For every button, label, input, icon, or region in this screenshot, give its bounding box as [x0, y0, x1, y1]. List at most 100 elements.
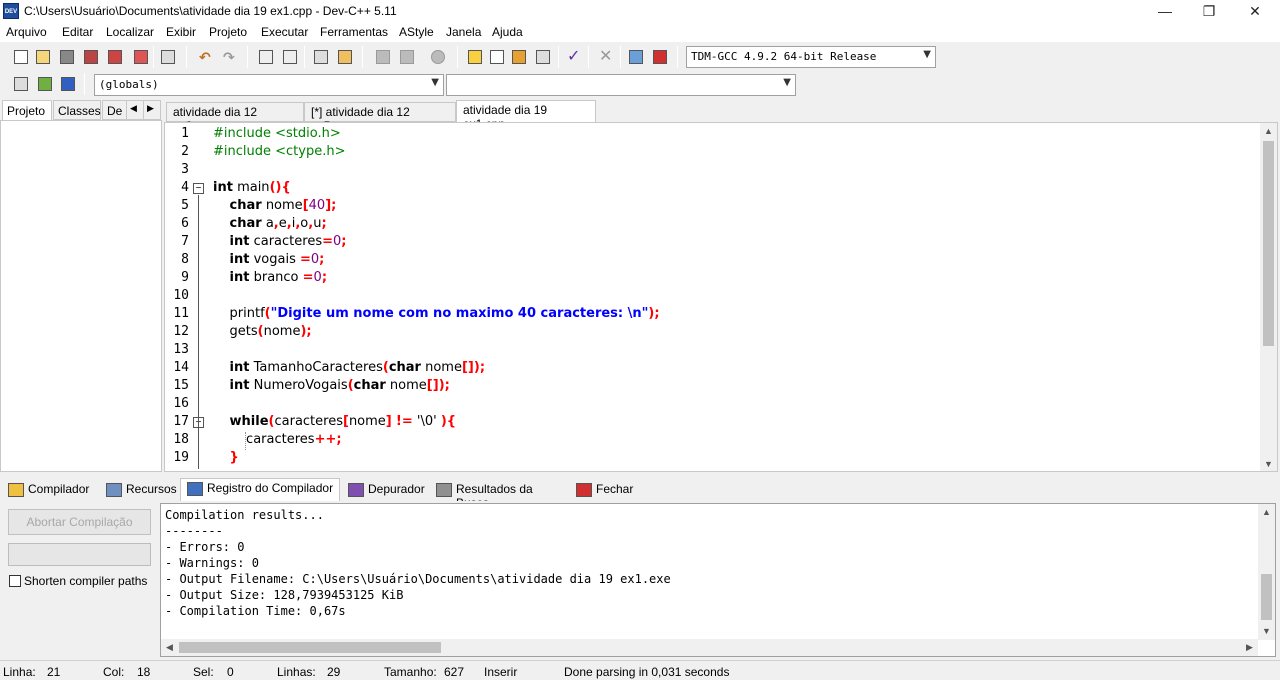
redo-button[interactable]: ↷	[220, 47, 240, 67]
tab-recursos[interactable]: Recursos	[100, 480, 178, 500]
compile-run-button[interactable]	[509, 47, 529, 67]
undo-icon: ↶	[199, 49, 211, 65]
compiler-output[interactable]: Compilation results... -------- - Errors: …	[160, 503, 1276, 657]
compile-button[interactable]	[465, 47, 485, 67]
close-file-button[interactable]	[105, 47, 125, 67]
save-button[interactable]	[57, 47, 77, 67]
line-number: 2	[181, 144, 189, 159]
rebuild-all-button[interactable]	[533, 47, 553, 67]
tab-file-ex3[interactable]: atividade dia 12 ex3.cpp	[166, 102, 304, 133]
code-editor[interactable]: 12345678910111213141516171819−− #include…	[164, 122, 1278, 472]
save-all-icon	[84, 50, 98, 64]
menu-ajuda[interactable]: Ajuda	[492, 25, 523, 39]
output-horizontal-scrollbar[interactable]: ◀ ▶	[161, 639, 1258, 656]
bookmark-toggle-button[interactable]	[58, 74, 78, 94]
find-button[interactable]	[256, 47, 276, 67]
menu-arquivo[interactable]: Arquivo	[6, 25, 47, 39]
member-select[interactable]: ▼	[446, 74, 796, 96]
scroll-down-icon[interactable]: ▼	[1260, 456, 1277, 471]
scroll-right-icon[interactable]: ▶	[1241, 639, 1258, 656]
scroll-left-icon[interactable]: ◀	[161, 639, 178, 656]
tab-classes[interactable]: Classes	[53, 100, 101, 120]
status-col-label: Col:	[103, 665, 125, 679]
save-all-button[interactable]	[81, 47, 101, 67]
code-line: int NumeroVogais(char nome[]);	[229, 378, 450, 393]
bookmark-icon	[338, 50, 352, 64]
check-icon	[348, 483, 364, 497]
devcpp-app-icon[interactable]: DEV	[3, 3, 19, 19]
fold-line	[198, 429, 199, 457]
tab-registro-do-compilador[interactable]: Registro do Compilador	[180, 478, 340, 502]
open-button[interactable]	[33, 47, 53, 67]
new-file-button[interactable]	[11, 47, 31, 67]
stop-x-icon: ✕	[599, 48, 613, 65]
goto-button[interactable]	[35, 74, 55, 94]
fold-collapse-icon[interactable]: −	[193, 183, 204, 194]
print-button[interactable]	[158, 47, 178, 67]
abort-compilation-button[interactable]: Abortar Compilação	[8, 509, 151, 535]
output-vertical-scrollbar[interactable]: ▲ ▼	[1258, 504, 1275, 640]
close-all-button[interactable]	[131, 47, 151, 67]
project-panel[interactable]	[0, 120, 162, 472]
compile-run-icon	[512, 50, 526, 64]
menu-janela[interactable]: Janela	[446, 25, 481, 39]
tab-label: Recursos	[126, 482, 177, 496]
checkmark-icon: ✓	[567, 48, 581, 65]
grid-icon	[8, 483, 24, 497]
menu-editar[interactable]: Editar	[62, 25, 93, 39]
scroll-down-icon[interactable]: ▼	[1258, 623, 1275, 640]
close-button[interactable]: ✕	[1232, 0, 1278, 22]
menu-projeto[interactable]: Projeto	[209, 25, 247, 39]
tab-resultados-da-busca[interactable]: Resultados da Busca	[430, 480, 568, 510]
compiler-select[interactable]: TDM-GCC 4.9.2 64-bit Release ▼	[686, 46, 936, 68]
minimize-button[interactable]: —	[1142, 0, 1188, 22]
syntax-check-button[interactable]: ✓	[564, 47, 584, 67]
line-number: 19	[173, 450, 189, 465]
restore-button[interactable]: ❐	[1186, 0, 1232, 22]
status-insert-mode: Inserir	[484, 665, 518, 679]
status-size-label: Tamanho:	[384, 665, 437, 679]
menu-ferramentas[interactable]: Ferramentas	[320, 25, 388, 39]
delete-profile-button[interactable]	[650, 47, 670, 67]
line-number: 9	[181, 270, 189, 285]
undo-button[interactable]: ↶	[196, 47, 216, 67]
output-line: - Output Size: 128,7939453125 KiB	[165, 588, 404, 602]
scroll-up-icon[interactable]: ▲	[1258, 504, 1275, 521]
output-line: - Errors: 0	[165, 540, 245, 554]
bookmark-button[interactable]	[335, 47, 355, 67]
status-line-value: 21	[47, 665, 61, 679]
goto-line-button[interactable]	[311, 47, 331, 67]
tab-projeto[interactable]: Projeto	[2, 100, 52, 120]
chevron-down-icon: ▼	[431, 77, 439, 88]
tab-file-ex5[interactable]: [*] atividade dia 12 ex5.cpp	[304, 102, 456, 133]
menu-exibir[interactable]: Exibir	[166, 25, 196, 39]
toggle-comment-button[interactable]	[428, 47, 448, 67]
checkbox-box[interactable]	[9, 575, 21, 587]
scrollbar-thumb[interactable]	[179, 642, 441, 653]
tab-fechar[interactable]: Fechar	[570, 480, 634, 500]
editor-vertical-scrollbar[interactable]: ▲ ▼	[1260, 123, 1277, 471]
menu-astyle[interactable]: AStyle	[399, 25, 434, 39]
profile-button[interactable]	[626, 47, 646, 67]
menu-localizar[interactable]: Localizar	[106, 25, 154, 39]
shorten-paths-checkbox[interactable]: Shorten compiler paths	[9, 574, 147, 588]
stop-execution-button[interactable]: ✕	[596, 47, 616, 67]
insert-button[interactable]	[11, 74, 31, 94]
indent-button[interactable]	[373, 47, 393, 67]
run-button[interactable]	[487, 47, 507, 67]
unindent-button[interactable]	[397, 47, 417, 67]
line-number: 8	[181, 252, 189, 267]
tab-compilador[interactable]: Compilador	[2, 480, 98, 500]
tab-file-ex1[interactable]: atividade dia 19 ex1.cpp	[456, 100, 596, 131]
scope-select[interactable]: (globals) ▼	[94, 74, 444, 96]
menu-executar[interactable]: Executar	[261, 25, 308, 39]
tab-scroll-right-icon[interactable]: ▶	[143, 100, 161, 120]
toolbar-separator	[247, 46, 248, 68]
tab-debug[interactable]: De	[102, 100, 128, 120]
scroll-up-icon[interactable]: ▲	[1260, 123, 1277, 140]
tab-scroll-left-icon[interactable]: ◀	[126, 100, 144, 120]
scrollbar-thumb[interactable]	[1261, 574, 1272, 620]
replace-button[interactable]	[280, 47, 300, 67]
tab-depurador[interactable]: Depurador	[342, 480, 428, 500]
scrollbar-thumb[interactable]	[1263, 141, 1274, 346]
